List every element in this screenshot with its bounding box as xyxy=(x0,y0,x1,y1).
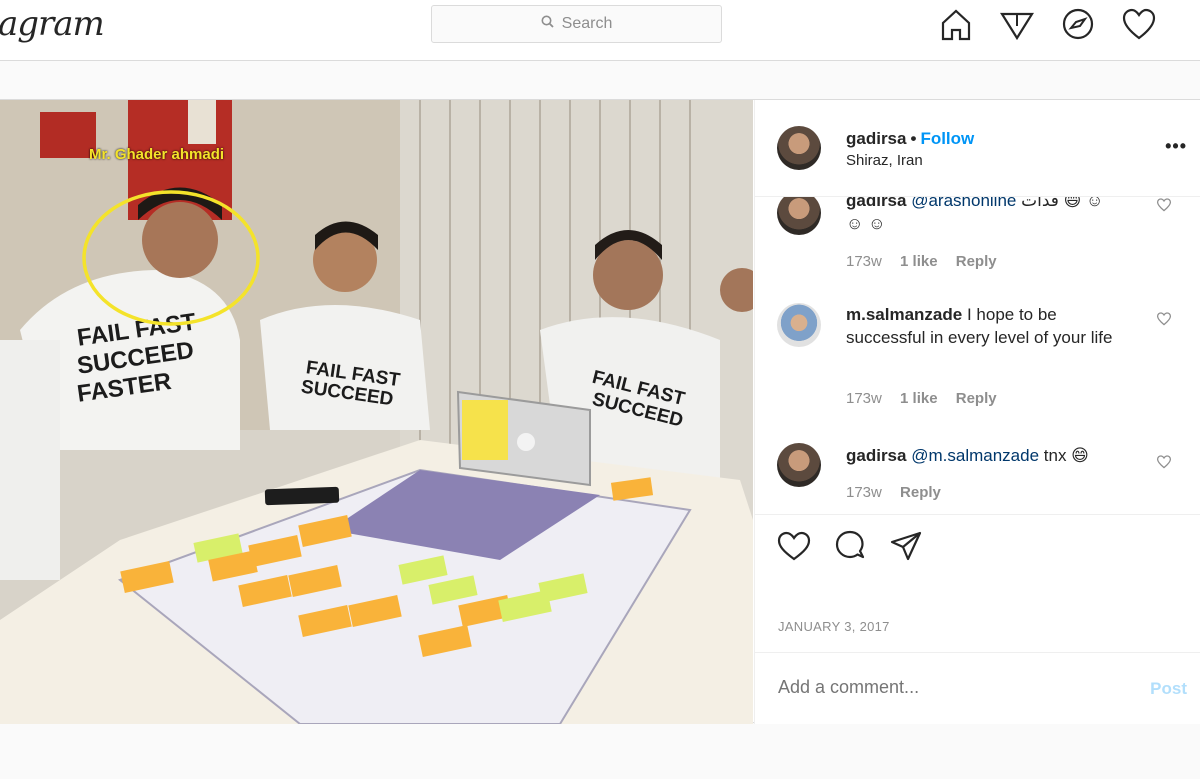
instagram-logo[interactable]: agram xyxy=(0,4,105,44)
share-send-icon[interactable] xyxy=(889,529,923,563)
author-avatar[interactable] xyxy=(777,126,821,170)
post-comment-button[interactable]: Post xyxy=(1150,679,1187,699)
comment-bubble-icon[interactable] xyxy=(833,529,867,563)
like-comment-heart-icon[interactable] xyxy=(1156,311,1176,331)
like-comment-heart-icon[interactable] xyxy=(1156,197,1176,217)
reply-button[interactable]: Reply xyxy=(956,253,997,270)
comment-avatar[interactable] xyxy=(777,197,821,235)
author-username[interactable]: gadirsa xyxy=(846,129,906,148)
comment-mention[interactable]: @m.salmanzade xyxy=(911,446,1039,465)
follow-button[interactable]: Follow xyxy=(920,129,974,148)
post-header: gadirsa • Follow Shiraz, Iran ••• xyxy=(755,100,1200,197)
reply-button[interactable]: Reply xyxy=(956,390,997,407)
home-icon[interactable] xyxy=(938,6,974,42)
comment-meta: 173w Reply xyxy=(846,484,955,501)
comment-age[interactable]: 173w xyxy=(846,253,882,270)
comment-likes[interactable]: 1 like xyxy=(900,390,938,407)
comment-avatar[interactable] xyxy=(777,443,821,487)
comment-age[interactable]: 173w xyxy=(846,484,882,501)
add-comment-input[interactable] xyxy=(778,677,1108,698)
comments-list[interactable]: gadirsa @arashonline فدات 😄 ☺ ☺ ☺ 173w 1… xyxy=(755,197,1200,515)
post-photo-illustration: FAIL FAST SUCCEED FASTER FAIL FAST SUCCE… xyxy=(0,100,753,724)
like-heart-icon[interactable] xyxy=(777,529,811,563)
comment-text: m.salmanzade I hope to be successful in … xyxy=(846,303,1116,349)
post-date[interactable]: JANUARY 3, 2017 xyxy=(778,619,890,634)
top-navigation-bar: agram Search xyxy=(0,0,1200,61)
explore-icon[interactable] xyxy=(999,6,1035,42)
comment-meta: 173w 1 like Reply xyxy=(846,253,1011,270)
photo-annotation-label: Mr. Ghader ahmadi xyxy=(89,146,225,163)
like-comment-heart-icon[interactable] xyxy=(1156,454,1176,474)
post-actions xyxy=(777,529,923,563)
comment-username[interactable]: gadirsa xyxy=(846,446,906,465)
comment-mention[interactable]: @arashonline xyxy=(911,197,1016,210)
post-location[interactable]: Shiraz, Iran xyxy=(846,152,923,169)
comment-username[interactable]: gadirsa xyxy=(846,197,906,210)
comment-text: gadirsa @arashonline فدات 😄 ☺ ☺ ☺ xyxy=(846,197,1116,235)
separator-dot: • xyxy=(910,129,917,148)
more-options-icon[interactable]: ••• xyxy=(1165,136,1187,157)
comment-avatar[interactable] xyxy=(777,303,821,347)
comment-text: gadirsa @m.salmanzade tnx 😄 xyxy=(846,444,1146,467)
post-sidebar: gadirsa • Follow Shiraz, Iran ••• gadirsa … xyxy=(754,100,1200,724)
nav-icons xyxy=(938,6,1157,42)
comment-username[interactable]: m.salmanzade xyxy=(846,305,962,324)
add-comment-bar: Post xyxy=(755,652,1200,724)
search-placeholder: Search xyxy=(561,15,613,32)
comment-body: tnx 😄 xyxy=(1043,446,1089,465)
comment-likes[interactable]: 1 like xyxy=(900,253,938,270)
post-photo[interactable]: FAIL FAST SUCCEED FASTER FAIL FAST SUCCE… xyxy=(0,100,753,724)
search-box[interactable]: Search xyxy=(431,5,722,43)
post-card: FAIL FAST SUCCEED FASTER FAIL FAST SUCCE… xyxy=(0,99,1200,724)
comment-age[interactable]: 173w xyxy=(846,390,882,407)
comment-meta: 173w 1 like Reply xyxy=(846,390,1011,407)
search-icon xyxy=(541,15,554,33)
reply-button[interactable]: Reply xyxy=(900,484,941,501)
compass-icon[interactable] xyxy=(1060,6,1096,42)
activity-heart-icon[interactable] xyxy=(1121,6,1157,42)
author-line: gadirsa • Follow xyxy=(846,129,974,149)
